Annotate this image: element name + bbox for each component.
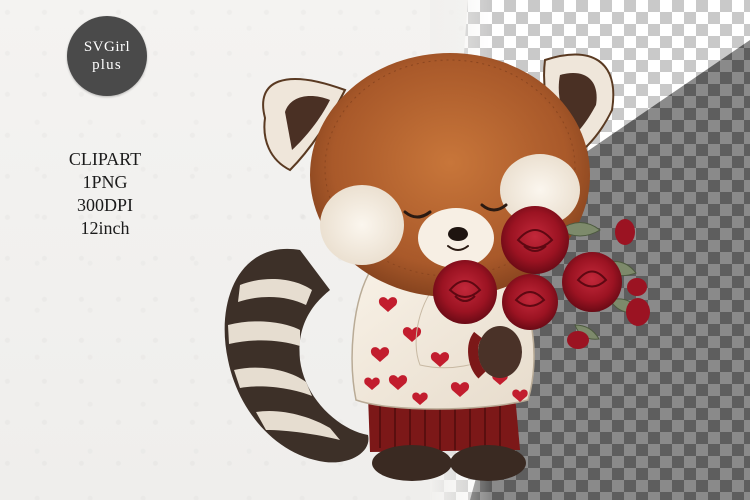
clipart-preview: SVGirl plus CLIPART 1PNG 300DPI 12inch: [0, 0, 750, 500]
red-panda-illustration: [224, 53, 650, 481]
striped-tail: [224, 248, 369, 463]
